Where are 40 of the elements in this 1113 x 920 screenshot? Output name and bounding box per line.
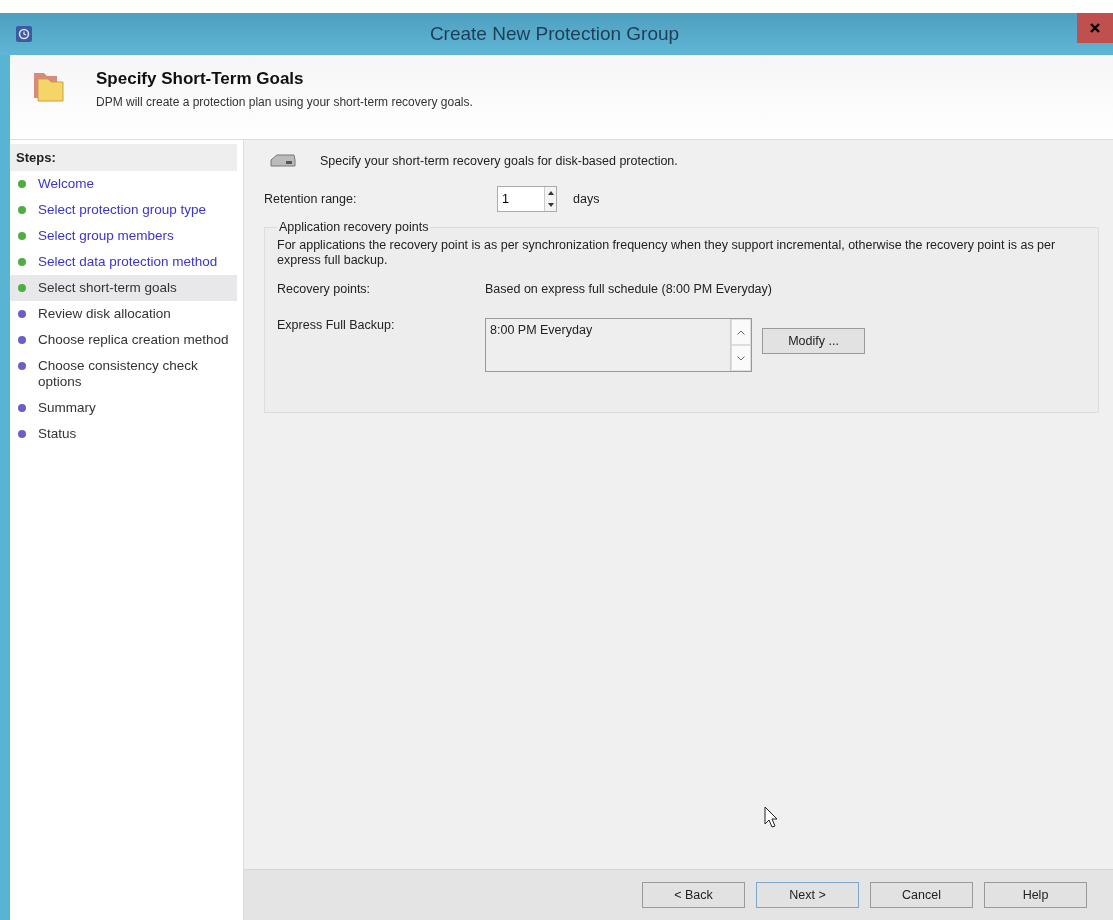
group-description: For applications the recovery point is as per synchronization frequency when they support incremental, otherwise the recovery point is as per express full backup. bbox=[277, 238, 1057, 268]
decrement-button[interactable] bbox=[545, 199, 556, 211]
step-item[interactable]: Choose consistency check options bbox=[10, 353, 237, 395]
chevron-down-icon bbox=[737, 355, 745, 361]
step-item[interactable]: Status bbox=[10, 421, 237, 447]
step-item[interactable]: Select data protection method bbox=[10, 249, 237, 275]
step-item[interactable]: Welcome bbox=[10, 171, 237, 197]
step-item[interactable]: Summary bbox=[10, 395, 237, 421]
chevron-up-icon bbox=[737, 329, 745, 335]
recovery-points-label: Recovery points: bbox=[277, 282, 372, 296]
retention-spinner[interactable]: 1 bbox=[497, 186, 557, 212]
window-title: Create New Protection Group bbox=[429, 23, 680, 44]
wizard-button[interactable]: Help bbox=[984, 882, 1087, 908]
group-title: Application recovery points bbox=[278, 220, 430, 234]
wizard-button[interactable]: Next > bbox=[756, 882, 859, 908]
increment-button[interactable] bbox=[545, 187, 556, 199]
backup-app-icon bbox=[16, 26, 32, 42]
intro-text: Specify your short-term recovery goals for disk-based protection. bbox=[320, 154, 678, 168]
wizard-button[interactable]: Cancel bbox=[870, 882, 973, 908]
step-item[interactable]: Select group members bbox=[10, 223, 237, 249]
step-item[interactable]: Select short-term goals bbox=[10, 275, 237, 301]
step-item[interactable]: Select protection group type bbox=[10, 197, 237, 223]
page-title: Specify Short-Term Goals bbox=[96, 69, 305, 89]
retention-label: Retention range: bbox=[264, 192, 358, 206]
step-item[interactable]: Review disk allocation bbox=[10, 301, 237, 327]
step-item[interactable]: Choose replica creation method bbox=[10, 327, 237, 353]
close-icon bbox=[1090, 23, 1100, 33]
modify-button[interactable]: Modify ... bbox=[762, 328, 865, 354]
wizard-button[interactable]: < Back bbox=[642, 882, 745, 908]
triangle-down-icon bbox=[547, 203, 554, 207]
triangle-up-icon bbox=[547, 191, 554, 195]
recovery-points-value: Based on express full schedule (8:00 PM Everyday) bbox=[485, 282, 772, 296]
schedule-entry[interactable]: 8:00 PM Everyday bbox=[490, 323, 726, 337]
schedule-list[interactable]: 8:00 PM Everyday bbox=[485, 318, 752, 372]
mouse-pointer-icon bbox=[764, 806, 778, 828]
page-subtitle: DPM will create a protection plan using your short-term recovery goals. bbox=[96, 95, 473, 109]
steps-heading: Steps: bbox=[10, 144, 237, 171]
days-label: days bbox=[573, 192, 600, 206]
express-backup-label: Express Full Backup: bbox=[277, 318, 396, 332]
close-button[interactable] bbox=[1077, 13, 1113, 43]
